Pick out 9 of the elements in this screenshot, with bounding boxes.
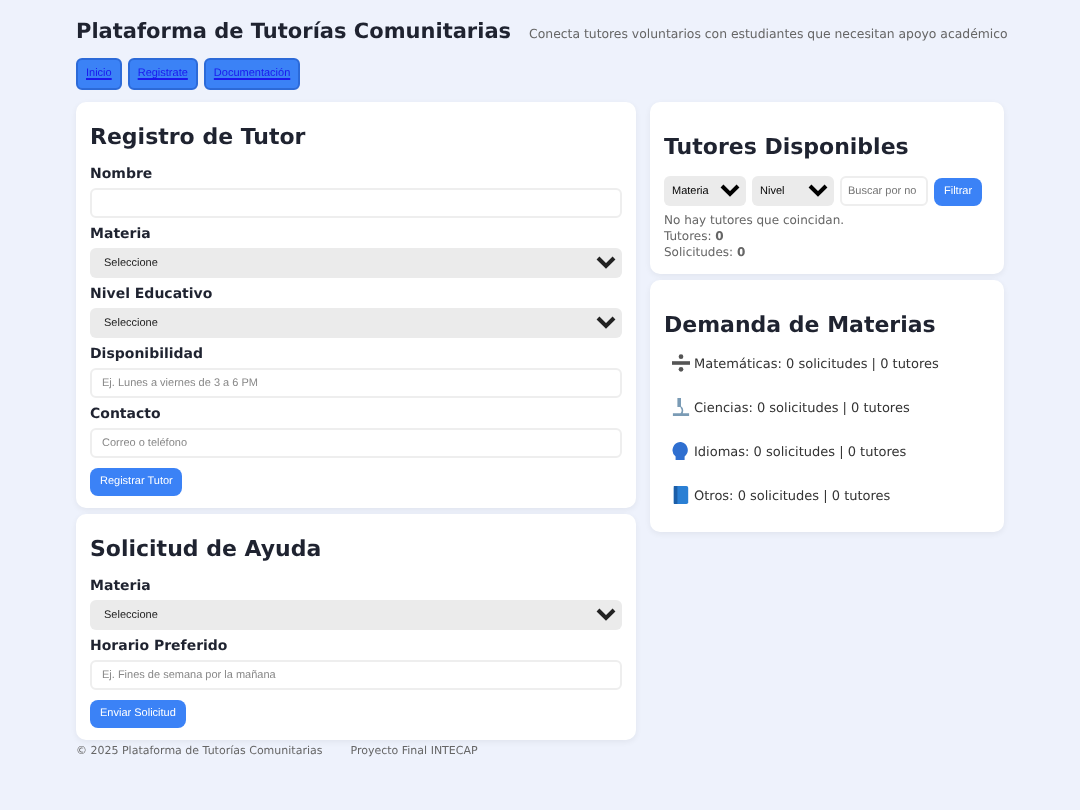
page-title: Plataforma de Tutorías Comunitarias (76, 20, 512, 44)
book-icon (672, 486, 690, 504)
head-icon (672, 442, 690, 460)
microscope-icon (672, 398, 690, 416)
divide-icon (672, 354, 690, 372)
section-title: Tutores Disponibles (664, 134, 911, 160)
form-title: Solicitud de Ayuda (90, 536, 324, 562)
section-title: Demanda de Materias (664, 312, 938, 338)
form-title: Registro de Tutor (90, 124, 308, 150)
